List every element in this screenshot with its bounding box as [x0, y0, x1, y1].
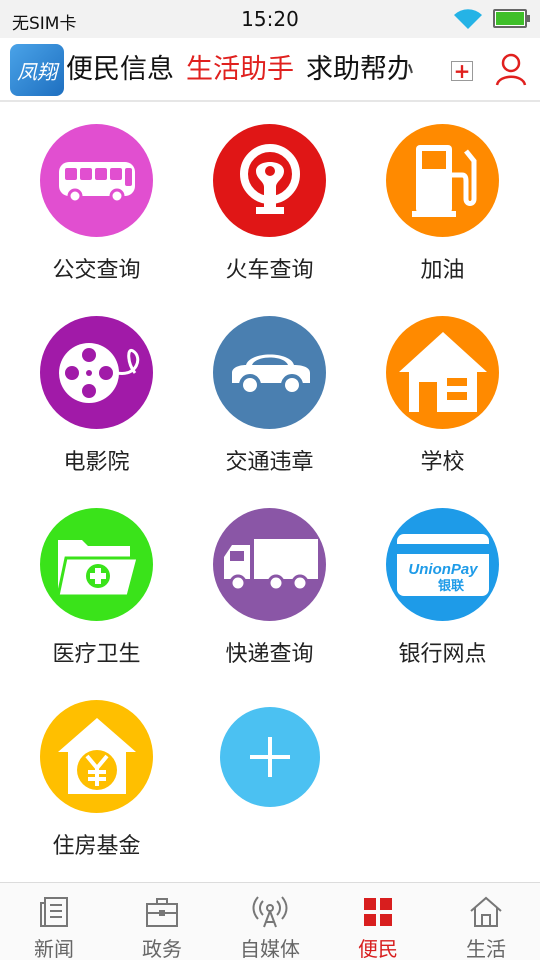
service-gas[interactable]: 加油 — [346, 104, 526, 296]
app-logo[interactable]: 凤翔 — [10, 44, 64, 96]
briefcase-icon — [108, 895, 216, 931]
tabs-fade — [404, 38, 438, 100]
nav-label: 政务 — [142, 937, 182, 960]
service-label: 医疗卫生 — [52, 642, 141, 667]
service-bus[interactable]: 公交查询 — [0, 104, 180, 296]
unionpay-brand-text: UnionPay — [408, 561, 478, 578]
nav-life[interactable]: 生活 — [432, 883, 540, 960]
app-screen: 无SIM卡 15:20 凤翔 便民信息 生活助手 求助帮办 + 公交查询 火车查… — [0, 0, 540, 960]
service-label: 电影院 — [63, 450, 130, 475]
film-reel-icon — [40, 316, 153, 429]
railway-icon — [213, 124, 326, 237]
grid-icon — [324, 895, 432, 931]
plus-icon — [220, 707, 320, 807]
bottom-nav: 新闻 政务 自媒体 便民 生活 — [0, 882, 540, 960]
service-label: 学校 — [420, 450, 465, 475]
nav-convenience[interactable]: 便民 — [324, 883, 432, 960]
service-label: 银行网点 — [398, 642, 487, 667]
service-school[interactable]: 学校 — [346, 296, 526, 488]
nav-label: 新闻 — [34, 937, 74, 960]
nav-label: 便民 — [358, 937, 398, 960]
category-tabs: 便民信息 生活助手 求助帮办 — [66, 38, 436, 100]
service-train[interactable]: 火车查询 — [173, 104, 353, 296]
status-bar: 无SIM卡 15:20 — [0, 0, 540, 38]
gas-pump-icon — [386, 124, 499, 237]
tab-convenience-info[interactable]: 便民信息 — [66, 38, 174, 100]
nav-government[interactable]: 政务 — [108, 883, 216, 960]
service-cinema[interactable]: 电影院 — [0, 296, 180, 488]
top-nav: 凤翔 便民信息 生活助手 求助帮办 + — [0, 38, 540, 102]
medical-folder-icon — [40, 508, 153, 621]
unionpay-card-icon: UnionPay 银联 — [386, 508, 499, 621]
service-label: 交通违章 — [225, 450, 314, 475]
nav-label: 生活 — [466, 937, 506, 960]
service-label: 快递查询 — [225, 642, 314, 667]
car-icon — [213, 316, 326, 429]
nav-self-media[interactable]: 自媒体 — [216, 883, 324, 960]
service-label: 加油 — [420, 258, 465, 283]
service-label: 公交查询 — [52, 258, 141, 283]
service-traffic-violation[interactable]: 交通违章 — [173, 296, 353, 488]
housing-fund-icon — [40, 700, 153, 813]
nav-label: 自媒体 — [240, 937, 300, 960]
tab-help-request[interactable]: 求助帮办 — [306, 38, 414, 100]
bus-icon — [40, 124, 153, 237]
user-icon[interactable] — [495, 52, 527, 90]
home-icon — [432, 895, 540, 931]
add-service-button[interactable] — [173, 680, 353, 872]
news-icon — [0, 895, 108, 931]
add-tab-button[interactable]: + — [451, 61, 473, 81]
service-label: 住房基金 — [52, 834, 141, 859]
service-label: 火车查询 — [225, 258, 314, 283]
service-medical[interactable]: 医疗卫生 — [0, 488, 180, 680]
nav-news[interactable]: 新闻 — [0, 883, 108, 960]
broadcast-icon — [216, 895, 324, 931]
truck-icon — [213, 508, 326, 621]
tab-life-assistant[interactable]: 生活助手 — [186, 38, 294, 100]
service-bank[interactable]: UnionPay 银联 银行网点 — [346, 488, 526, 680]
plus-icon: + — [453, 59, 471, 83]
battery-icon — [493, 9, 530, 28]
service-housing-fund[interactable]: 住房基金 — [0, 680, 180, 872]
service-express[interactable]: 快递查询 — [173, 488, 353, 680]
wifi-icon — [452, 7, 484, 35]
unionpay-cn-text: 银联 — [437, 578, 463, 594]
school-house-icon — [386, 316, 499, 429]
